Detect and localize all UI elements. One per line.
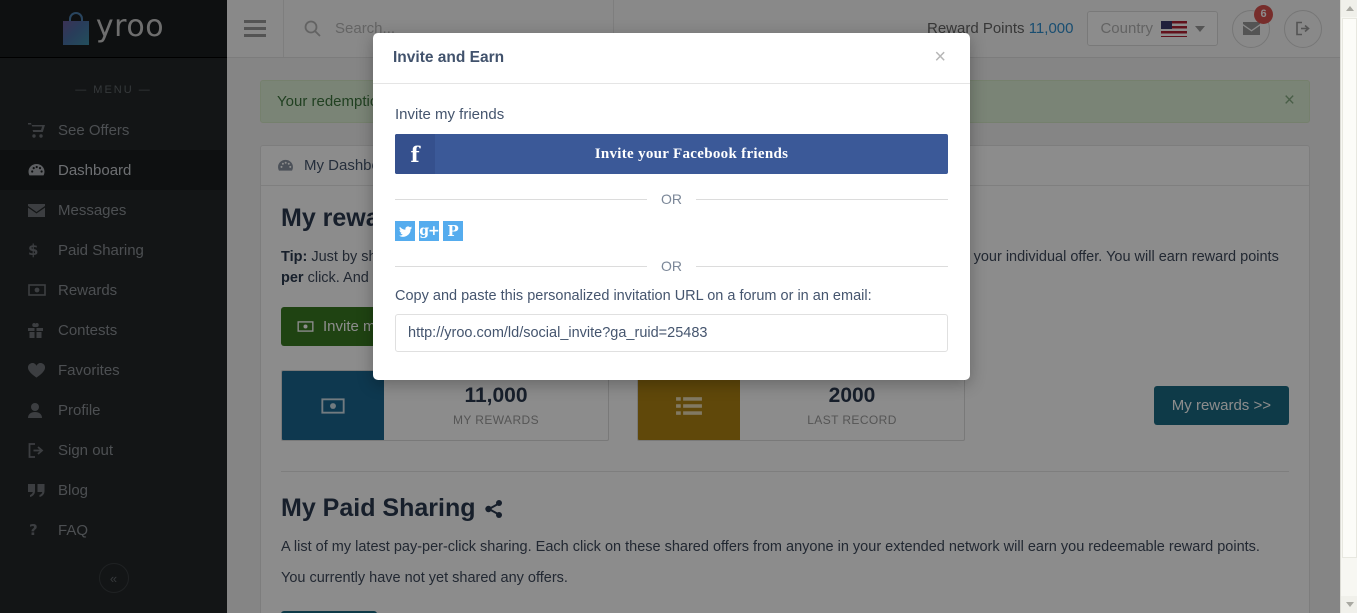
social-share-row: g+ P [395, 221, 948, 241]
google-plus-icon[interactable]: g+ [419, 221, 440, 241]
scrollbar-thumb[interactable] [1342, 18, 1357, 558]
application-root: yroo — MENU — See Offers Dashboard Messa… [0, 0, 1357, 613]
facebook-icon: f [395, 134, 435, 174]
invitation-url-label: Copy and paste this personalized invitat… [395, 288, 872, 304]
pinterest-icon[interactable]: P [443, 221, 463, 241]
google-plus-glyph: g+ [419, 223, 440, 239]
or-divider-2: OR [395, 258, 948, 274]
invite-friends-label: Invite my friends [395, 106, 505, 123]
twitter-icon[interactable] [395, 221, 415, 241]
scroll-down-arrow-icon[interactable] [1341, 596, 1357, 613]
facebook-button-label: Invite your Facebook friends [594, 145, 789, 162]
or-divider-1: OR [395, 191, 948, 207]
page-scrollbar[interactable] [1340, 0, 1357, 613]
pinterest-glyph: P [447, 221, 459, 240]
modal-body: Invite my friends f Invite your Facebook… [373, 84, 970, 380]
modal-header: Invite and Earn × [373, 33, 970, 84]
modal-title: Invite and Earn [393, 49, 505, 66]
or-label: OR [661, 258, 682, 274]
invite-and-earn-modal: Invite and Earn × Invite my friends f In… [373, 33, 970, 380]
scroll-up-arrow-icon[interactable] [1341, 0, 1357, 17]
or-label: OR [661, 191, 682, 207]
close-icon[interactable]: × [928, 46, 952, 68]
invite-facebook-friends-button[interactable]: f Invite your Facebook friends [395, 134, 948, 174]
invitation-url-input[interactable] [395, 314, 948, 352]
